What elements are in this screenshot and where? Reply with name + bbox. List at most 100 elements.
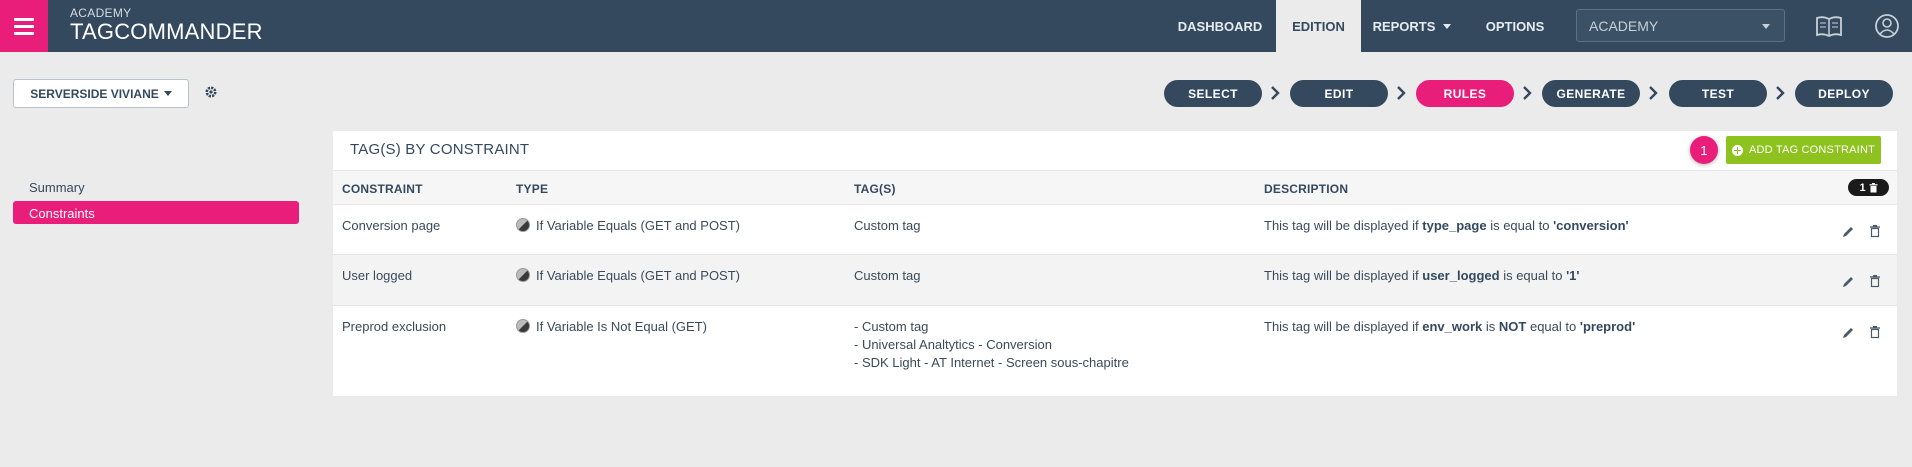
chevron-right-icon <box>1271 86 1280 100</box>
chevron-down-icon <box>1443 23 1452 29</box>
container-select-value: SERVERSIDE VIVIANE <box>30 86 159 101</box>
row-tags: - Custom tag - Universal Analtytics - Co… <box>854 318 1129 372</box>
trash-icon[interactable] <box>1868 224 1882 238</box>
trash-icon[interactable] <box>1868 274 1882 288</box>
desc-text: This tag will be displayed if <box>1264 268 1419 283</box>
col-type: TYPE <box>516 182 549 196</box>
row-type: If Variable Equals (GET and POST) <box>516 217 740 235</box>
row-tags: Custom tag <box>854 267 920 285</box>
tag-item: Custom tag <box>854 218 921 233</box>
nav-reports-label: REPORTS <box>1372 18 1436 34</box>
step-select[interactable]: SELECT <box>1164 80 1262 107</box>
desc-text: equal to <box>1529 319 1577 334</box>
top-bar: ACADEMY TAGCOMMANDER DASHBOARD EDITION R… <box>0 0 1912 52</box>
step-deploy[interactable]: DEPLOY <box>1795 80 1893 107</box>
site-select-value: ACADEMY <box>1589 18 1659 34</box>
chevron-down-icon <box>1762 24 1770 29</box>
site-select[interactable]: ACADEMY <box>1576 9 1785 42</box>
variable-type-icon <box>516 218 530 232</box>
brand: ACADEMY TAGCOMMANDER <box>70 6 263 45</box>
sidebar-item-constraints[interactable]: Constraints <box>13 201 299 224</box>
row-description: This tag will be displayed if user_logge… <box>1264 267 1580 285</box>
table-header: CONSTRAINT TYPE TAG(S) DESCRIPTION 1 <box>333 170 1897 205</box>
chevron-down-icon <box>163 91 172 96</box>
desc-value: 'preprod' <box>1579 319 1636 334</box>
row-tags: Custom tag <box>854 217 920 235</box>
desc-variable: type_page <box>1422 218 1487 233</box>
row-constraint: Conversion page <box>342 218 441 233</box>
nav-options-label: OPTIONS <box>1485 18 1545 34</box>
nav-reports[interactable]: REPORTS <box>1362 0 1462 52</box>
tag-item: - Universal Analtytics - Conversion <box>854 337 1052 352</box>
book-icon[interactable] <box>1814 12 1844 40</box>
edit-icon[interactable] <box>1841 326 1855 340</box>
nav-options[interactable]: OPTIONS <box>1472 0 1558 52</box>
col-tags: TAG(S) <box>854 182 896 196</box>
table-row: Preprod exclusion If Variable Is Not Equ… <box>333 306 1897 396</box>
variable-type-icon <box>516 268 530 282</box>
step-rules[interactable]: RULES <box>1416 80 1514 107</box>
panel-title: TAG(S) BY CONSTRAINT <box>350 141 530 158</box>
menu-icon[interactable] <box>0 0 48 52</box>
desc-negation: NOT <box>1498 319 1527 334</box>
brand-title: TAGCOMMANDER <box>70 19 263 44</box>
container-select[interactable]: SERVERSIDE VIVIANE <box>13 79 189 108</box>
sidebar-item-summary[interactable]: Summary <box>13 175 299 198</box>
nav-dashboard[interactable]: DASHBOARD <box>1166 0 1274 52</box>
row-type-label: If Variable Is Not Equal (GET) <box>536 319 707 334</box>
add-tag-constraint-button[interactable]: ADD TAG CONSTRAINT <box>1726 136 1881 164</box>
chevron-right-icon <box>1397 86 1406 100</box>
step-test[interactable]: TEST <box>1669 80 1767 107</box>
edit-icon[interactable] <box>1841 225 1855 239</box>
chevron-right-icon <box>1776 86 1785 100</box>
sidebar-item-label: Summary <box>29 180 85 195</box>
step-edit[interactable]: EDIT <box>1290 80 1388 107</box>
row-type: If Variable Equals (GET and POST) <box>516 267 740 285</box>
tag-item: - SDK Light - AT Internet - Screen sous-… <box>854 355 1129 370</box>
user-icon[interactable] <box>1872 12 1902 40</box>
row-description: This tag will be displayed if type_page … <box>1264 217 1629 235</box>
nav-edition-label: EDITION <box>1292 18 1345 34</box>
gear-icon[interactable] <box>204 85 218 99</box>
desc-text: This tag will be displayed if <box>1264 218 1419 233</box>
tag-item: Custom tag <box>854 268 921 283</box>
step-deploy-label: DEPLOY <box>1818 86 1870 101</box>
row-constraint: Preprod exclusion <box>342 319 447 334</box>
row-type-label: If Variable Equals (GET and POST) <box>536 218 740 233</box>
desc-text: is <box>1485 319 1496 334</box>
trash-icon[interactable] <box>1868 325 1882 339</box>
constraints-panel: TAG(S) BY CONSTRAINT 1 ADD TAG CONSTRAIN… <box>333 131 1897 396</box>
step-generate[interactable]: GENERATE <box>1542 80 1640 107</box>
add-tag-constraint-label: ADD TAG CONSTRAINT <box>1748 144 1876 156</box>
step-select-label: SELECT <box>1188 86 1238 101</box>
desc-text: is equal to <box>1503 268 1563 283</box>
chevron-right-icon <box>1649 86 1658 100</box>
step-generate-label: GENERATE <box>1556 86 1626 101</box>
brand-sub: ACADEMY <box>70 6 132 20</box>
row-constraint: User logged <box>342 268 413 283</box>
edit-icon[interactable] <box>1841 275 1855 289</box>
desc-text: is equal to <box>1490 218 1550 233</box>
desc-variable: user_logged <box>1422 268 1500 283</box>
desc-value: '1' <box>1566 268 1580 283</box>
col-constraint: CONSTRAINT <box>342 182 423 196</box>
row-type: If Variable Is Not Equal (GET) <box>516 318 707 336</box>
nav-edition[interactable]: EDITION <box>1276 0 1361 52</box>
trash-icon <box>1869 182 1878 192</box>
table-row: User logged If Variable Equals (GET and … <box>333 255 1897 306</box>
desc-value: 'conversion' <box>1553 218 1629 233</box>
step-edit-label: EDIT <box>1324 86 1354 101</box>
nav-dashboard-label: DASHBOARD <box>1177 18 1263 34</box>
row-type-label: If Variable Equals (GET and POST) <box>536 268 740 283</box>
delete-selected-button[interactable]: 1 <box>1848 179 1889 196</box>
selected-count: 1 <box>1859 181 1866 194</box>
variable-type-icon <box>516 319 530 333</box>
chevron-right-icon <box>1523 86 1532 100</box>
desc-variable: env_work <box>1422 319 1483 334</box>
step-test-label: TEST <box>1701 86 1735 101</box>
tag-item: - Custom tag <box>854 319 929 334</box>
table-row: Conversion page If Variable Equals (GET … <box>333 205 1897 255</box>
plus-circle-icon <box>1731 144 1743 156</box>
row-description: This tag will be displayed if env_work i… <box>1264 318 1635 336</box>
desc-text: This tag will be displayed if <box>1264 319 1419 334</box>
